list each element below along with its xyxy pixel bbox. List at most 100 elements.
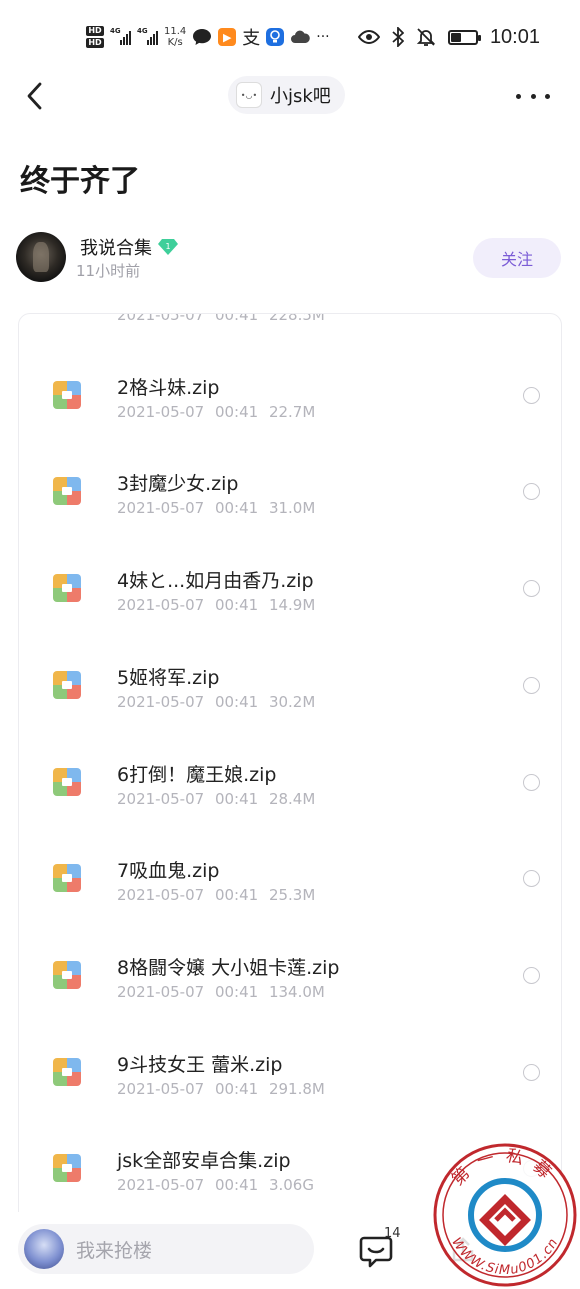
zip-file-icon (53, 380, 81, 409)
file-row[interactable]: 7吸血鬼.zip 2021-05-07 00:41 25.3M (19, 824, 561, 920)
file-row[interactable]: 9斗技女王 蕾米.zip 2021-05-07 00:41 291.8M (19, 1018, 561, 1114)
select-radio[interactable] (523, 483, 540, 501)
status-left: HD HD 4G 4G 11.4 K/s ▶ 支 ··· (86, 20, 330, 54)
file-row[interactable]: 8格闘令嬢 大小姐卡莲.zip 2021-05-07 00:41 134.0M (19, 921, 561, 1017)
forum-name: 小jsk吧 (270, 86, 331, 107)
hd-icon: HD (86, 38, 104, 48)
file-name: 2格斗妹.zip (117, 376, 220, 399)
file-date: 2021-05-07 00:41 (117, 886, 259, 905)
follow-button[interactable]: 关注 (473, 238, 561, 278)
watermark-seal: 第一私募 WWW.SiMu001.cn (433, 1143, 577, 1287)
zip-file-icon (53, 574, 81, 603)
more-icon: ··· (316, 29, 330, 45)
reply-placeholder: 我来抢楼 (76, 1239, 153, 1262)
file-name: 6打倒！魔王娘.zip (117, 763, 277, 786)
bluetooth-icon (392, 27, 404, 47)
more-options-icon[interactable] (516, 82, 550, 110)
select-radio[interactable] (523, 870, 540, 888)
reply-input[interactable]: 我来抢楼 (18, 1224, 314, 1274)
comment-count: 14 (384, 1226, 401, 1241)
file-row[interactable]: 2格斗妹.zip 2021-05-07 00:41 22.7M (19, 341, 561, 437)
file-size: 134.0M (268, 982, 325, 1001)
file-row[interactable]: 5姬将军.zip 2021-05-07 00:41 30.2M (19, 631, 561, 727)
hd-icon: HD (86, 26, 104, 36)
file-size: 22.7M (268, 402, 316, 421)
svg-text:1: 1 (165, 242, 170, 251)
file-date: 2021-05-07 00:41 (117, 692, 259, 711)
file-meta: 2021-05-07 00:41 30.2M (117, 693, 315, 711)
video-app-icon: ▶ (218, 28, 237, 46)
file-date: 2021-05-07 00:41 (117, 402, 259, 421)
zip-file-icon (53, 767, 81, 796)
file-meta: 2021-05-07 00:41 228.5M (117, 313, 325, 324)
zip-file-icon (53, 864, 81, 893)
eye-icon (357, 29, 380, 45)
zip-file-icon (53, 477, 81, 506)
user-avatar (24, 1229, 64, 1269)
file-date: 2021-05-07 00:41 (117, 789, 259, 808)
bulb-app-icon (266, 28, 285, 46)
file-meta: 2021-05-07 00:41 31.0M (117, 499, 315, 517)
file-date: 2021-05-07 00:41 (117, 1176, 259, 1195)
level-badge-icon: 1 (158, 239, 178, 255)
select-radio[interactable] (523, 580, 540, 598)
select-radio[interactable] (523, 773, 540, 791)
file-date: 2021-05-07 00:41 (117, 1079, 259, 1098)
file-size: 14.9M (268, 596, 316, 615)
cloud-icon (291, 30, 311, 43)
select-radio[interactable] (523, 676, 540, 694)
file-name: 9斗技女王 蕾米.zip (117, 1053, 283, 1076)
signal-icon: 4G (110, 27, 131, 45)
select-radio[interactable] (523, 386, 540, 404)
file-row[interactable]: 3封魔少女.zip 2021-05-07 00:41 31.0M (19, 437, 561, 533)
file-name: 7吸血鬼.zip (117, 860, 220, 883)
file-size: 291.8M (268, 1079, 325, 1098)
file-list-card: 2021-05-07 00:41 228.5M 2格斗妹.zip 2021-05-0… (18, 313, 562, 1253)
post-title: 终于齐了 (20, 164, 140, 199)
zip-file-icon (53, 1154, 81, 1183)
hd-indicators: HD HD (86, 26, 104, 48)
file-size: 31.0M (268, 499, 316, 518)
file-row[interactable]: 4妹と...如月由香乃.zip 2021-05-07 00:41 14.9M (19, 534, 561, 630)
file-meta: 2021-05-07 00:41 22.7M (117, 403, 315, 421)
nav-bar: •◡• 小jsk吧 (0, 70, 580, 122)
select-radio[interactable] (523, 966, 540, 984)
file-name: 3封魔少女.zip (117, 473, 239, 496)
file-size: 30.2M (268, 692, 316, 711)
file-name: jsk全部安卓合集.zip (117, 1150, 291, 1173)
zip-file-icon (53, 670, 81, 699)
mute-bell-icon (416, 28, 436, 46)
file-size: 25.3M (268, 886, 316, 905)
file-size: 228.5M (268, 313, 325, 324)
file-meta: 2021-05-07 00:41 14.9M (117, 596, 315, 614)
file-meta: 2021-05-07 00:41 25.3M (117, 886, 315, 904)
zip-file-icon (53, 960, 81, 989)
file-row[interactable]: 6打倒！魔王娘.zip 2021-05-07 00:41 28.4M (19, 728, 561, 824)
file-size: 3.06G (268, 1176, 314, 1195)
file-name: 8格闘令嬢 大小姐卡莲.zip (117, 956, 340, 979)
forum-pill[interactable]: •◡• 小jsk吧 (228, 76, 345, 114)
file-date: 2021-05-07 00:41 (117, 499, 259, 518)
file-meta: 2021-05-07 00:41 3.06G (117, 1176, 314, 1194)
file-row[interactable]: 2021-05-07 00:41 228.5M (19, 313, 561, 340)
file-date: 2021-05-07 00:41 (117, 313, 259, 324)
file-meta: 2021-05-07 00:41 28.4M (117, 790, 315, 808)
file-meta: 2021-05-07 00:41 291.8M (117, 1080, 325, 1098)
author-name[interactable]: 我说合集 1 (80, 234, 178, 260)
back-icon[interactable] (22, 78, 52, 114)
post-time: 11小时前 (76, 262, 141, 280)
file-meta: 2021-05-07 00:41 134.0M (117, 983, 325, 1001)
author-name-label: 我说合集 (80, 238, 152, 259)
file-date: 2021-05-07 00:41 (117, 596, 259, 615)
zip-file-icon (53, 1057, 81, 1086)
clock: 10:01 (489, 25, 540, 48)
avatar[interactable] (16, 232, 66, 282)
battery-icon (447, 29, 481, 45)
signal-icon: 4G (137, 27, 158, 45)
message-icon (193, 29, 212, 45)
file-name: 5姬将军.zip (117, 666, 220, 689)
status-right: 10:01 (357, 22, 540, 52)
select-radio[interactable] (523, 1063, 540, 1081)
forum-avatar: •◡• (236, 82, 262, 108)
alipay-icon: 支 (242, 28, 261, 49)
